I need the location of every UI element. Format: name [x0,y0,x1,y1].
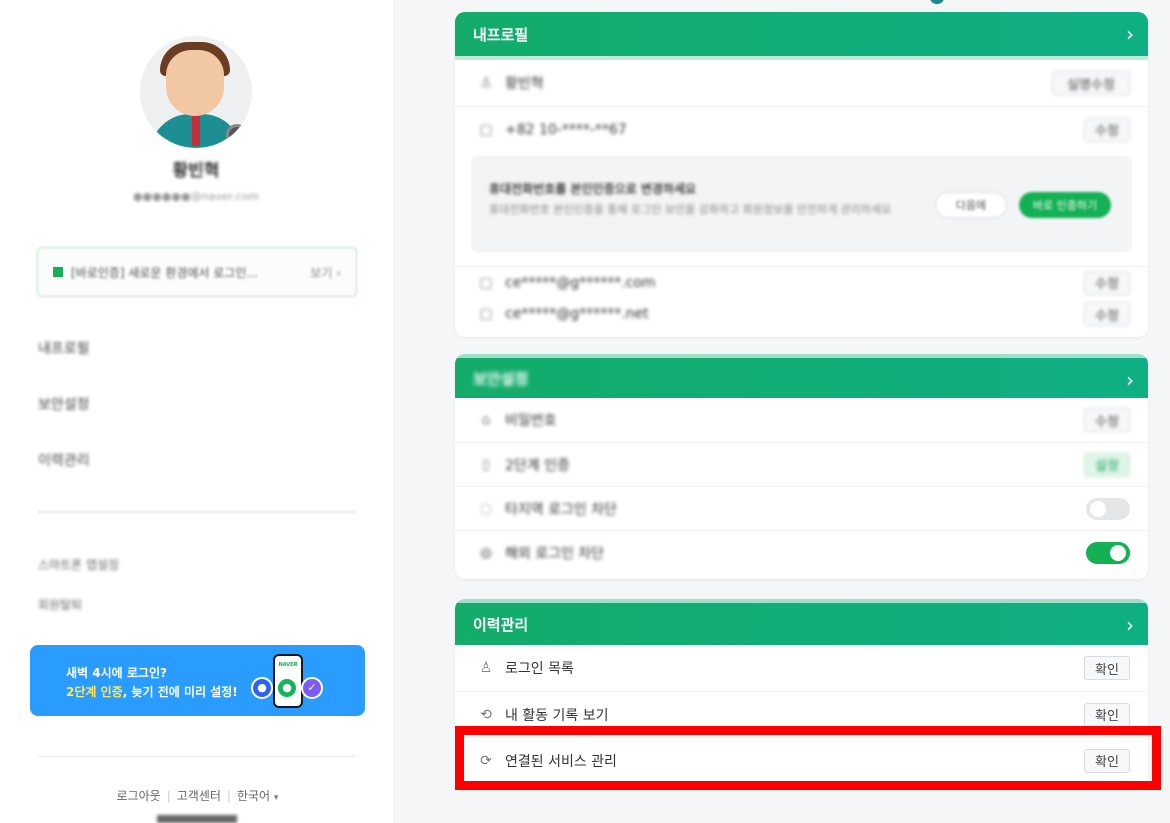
email-row: ▢ ce*****@g******.net 수정 [455,298,1148,330]
email-row: ▢ ce*****@g******.com 수정 [455,266,1148,298]
security-card: 보안설정 › ⌂ 비밀번호 수정 ▯ 2단계 인증 설정 ◌ 타지역 로그인 차… [455,354,1148,579]
connected-services-row[interactable]: ⟳ 연결된 서비스 관리 확인 [455,737,1148,783]
profile-name: 황빈혁 [172,161,220,181]
profile-card-header[interactable]: 내프로필 › [455,12,1148,56]
phone-row: ▢ +82 10-****-**67 수정 [455,106,1148,152]
scroll-indicator [930,0,944,4]
notice-text: [바로인증] 새로운 환경에서 로그인... [71,265,258,280]
caret-down-icon: ▾ [273,793,279,803]
later-button[interactable]: 다음에 [935,192,1007,218]
footer-links: 로그아웃 | 고객센터 | 한국어 ▾ [116,789,279,803]
chevron-right-icon[interactable]: › [1126,368,1134,392]
verify-now-button[interactable]: 바로 인증하기 [1019,192,1111,218]
lock-icon: ⌂ [481,412,491,428]
verify-notice-title: 휴대전화번호를 본인인증으로 변경하세요 [489,182,697,196]
user-icon: ● [276,677,298,699]
notice-more-link[interactable]: 보기 › [310,264,341,281]
profile-email: ●●●●●●@naver.com [132,190,260,203]
banner-line1: 새벽 4시에 로그인? [66,666,167,680]
language-select[interactable]: 한국어 [237,789,270,803]
sidebar-item-withdraw[interactable]: 회원탈퇴 [38,596,82,613]
sidebar-item-profile[interactable]: 내프로필 [38,338,90,358]
security-card-title: 보안설정 [473,369,529,388]
phone-icon: ▢ [479,121,493,138]
avatar[interactable] [140,36,252,148]
gear-icon[interactable] [226,124,248,146]
mail-icon: ▢ [479,274,493,291]
shield-check-icon: ✓ [301,677,323,699]
divider [38,756,356,757]
copyright-logo [157,815,237,823]
chevron-right-icon[interactable]: › [1126,22,1134,46]
verify-notice-box: 휴대전화번호를 본인인증으로 변경하세요 휴대전화번호 본인인증을 통해 로그인… [471,156,1132,252]
password-row: ⌂ 비밀번호 수정 [455,398,1148,442]
support-link[interactable]: 고객센터 [177,789,221,803]
login-list-label: 로그인 목록 [505,661,574,677]
banner-line2: 2단계 인증, 늦기 전에 미리 설정! [66,685,238,699]
activity-history-row[interactable]: ⟲ 내 활동 기록 보기 확인 [455,691,1148,737]
edit-name-button[interactable]: 실명수정 [1052,71,1130,95]
verify-notice-desc: 휴대전화번호 본인인증을 통해 로그인 보안을 강화하고 회원정보를 안전하게 … [489,203,892,216]
sidebar: 황빈혁 ●●●●●●@naver.com [바로인증] 새로운 환경에서 로그인… [0,0,395,823]
login-list-icon: ♙ [479,660,493,676]
two-factor-banner[interactable]: 새벽 4시에 로그인? 2단계 인증, 늦기 전에 미리 설정! NAVER ●… [30,645,365,716]
alert-icon: ◍ [479,544,493,561]
edit-password-button[interactable]: 수정 [1084,408,1130,432]
profile-name-row: ♙ 황빈혁 실명수정 [455,60,1148,106]
plus-icon [53,267,63,277]
edit-email-button[interactable]: 수정 [1084,270,1130,295]
bell-icon: ● [251,677,273,699]
connected-services-label: 연결된 서비스 관리 [505,753,617,770]
history-icon: ⟲ [480,706,492,723]
region-block-toggle[interactable] [1086,497,1130,520]
logout-link[interactable]: 로그아웃 [117,789,161,803]
history-card-header[interactable]: 이력관리 › [455,599,1148,645]
edit-email-button[interactable]: 수정 [1084,302,1130,326]
profile-card: 내프로필 › ♙ 황빈혁 실명수정 ▢ +82 10-****-**67 수정 … [455,12,1148,337]
chevron-right-icon[interactable]: › [1126,613,1134,637]
globe-icon: ◌ [479,500,493,517]
history-card: 이력관리 › ♙ 로그인 목록 확인 ⟲ 내 활동 기록 보기 확인 ⟳ 연결된… [455,599,1148,789]
activity-history-label: 내 활동 기록 보기 [505,707,609,724]
login-list-confirm-button[interactable]: 확인 [1084,656,1130,680]
profile-card-title: 내프로필 [473,25,529,44]
sidebar-item-app-settings[interactable]: 스마트폰 앱설정 [38,556,119,573]
history-card-title: 이력관리 [473,615,529,634]
connected-service-icon: ⟳ [480,752,492,769]
person-icon: ♙ [479,75,493,91]
sidebar-item-security[interactable]: 보안설정 [38,394,90,414]
two-factor-setup-button[interactable]: 설정 [1084,452,1130,477]
mail-icon: ▢ [479,306,493,322]
security-card-header[interactable]: 보안설정 › [455,354,1148,398]
connected-services-confirm-button[interactable]: 확인 [1084,748,1130,773]
login-list-row[interactable]: ♙ 로그인 목록 확인 [455,645,1148,691]
overseas-block-row: ◍ 해외 로그인 차단 [455,530,1148,574]
shield-icon: ▯ [482,456,490,473]
edit-phone-button[interactable]: 수정 [1084,117,1130,142]
activity-history-confirm-button[interactable]: 확인 [1084,702,1130,727]
overseas-block-toggle[interactable] [1086,541,1130,564]
two-factor-row: ▯ 2단계 인증 설정 [455,442,1148,486]
sidebar-item-history[interactable]: 이력관리 [38,450,90,470]
divider [38,510,356,514]
verification-notice[interactable]: [바로인증] 새로운 환경에서 로그인... 보기 › [36,246,358,298]
region-block-row: ◌ 타지역 로그인 차단 [455,486,1148,530]
